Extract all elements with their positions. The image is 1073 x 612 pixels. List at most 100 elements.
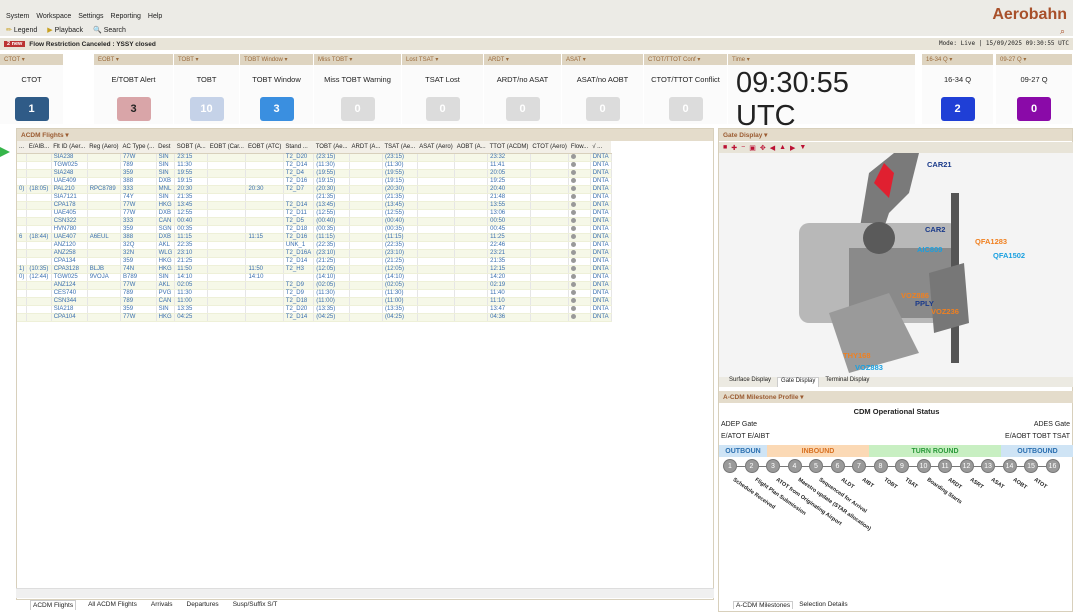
table-row[interactable]: CSN322 333 CAN 00:40 T2_D5 (00:40) (00:40) 00:5…	[17, 217, 612, 226]
kpi-ctot[interactable]: CTOT ▾ CTOT 1	[0, 54, 64, 124]
menu-reporting[interactable]: Reporting	[111, 13, 141, 20]
table-row[interactable]: CPA134 359 HKG 21:25 T2_D14 (21:25) (21:25) 21:…	[17, 257, 612, 266]
tab-acdm-milestones[interactable]: A-CDM Milestones	[733, 601, 794, 609]
table-row[interactable]: ANZ124 77W AKL 02:05 T2_D9 (02:05) (02:05) 02:1…	[17, 281, 612, 290]
horizontal-scrollbar[interactable]	[16, 588, 714, 598]
fit-icon[interactable]: ▣	[749, 144, 756, 152]
milestone-circle[interactable]: 5	[809, 459, 823, 473]
milestone-circle[interactable]: 1	[723, 459, 737, 473]
column-header[interactable]: AC Type (...	[120, 141, 157, 154]
add-icon[interactable]: ✚	[731, 144, 737, 152]
kpi-header[interactable]: Miss TOBT ▾	[314, 54, 401, 65]
table-row[interactable]: CPA178 77W HKG 13:45 T2_D14 (13:45) (13:45) 13:…	[17, 201, 612, 210]
table-row[interactable]: SIA248 359 SIN 19:55 T2_D4 (19:55) (19:55) 20:0…	[17, 169, 612, 178]
column-header[interactable]: √ ...	[590, 141, 612, 154]
column-header[interactable]: EOBT (ATC)	[245, 141, 284, 154]
column-header[interactable]: ...	[17, 141, 27, 154]
kpi-header[interactable]: EOBT ▾	[94, 54, 173, 65]
kpi-tsat-lost[interactable]: Lost TSAT ▾ TSAT Lost 0	[402, 54, 484, 124]
kpi-ctot-ttot-conflict[interactable]: CTOT/TTOT Conf ▾ CTOT/TTOT Conflict 0	[644, 54, 728, 124]
milestone-circle[interactable]: 2	[744, 459, 759, 473]
milestone-circle[interactable]: 15	[1024, 459, 1038, 473]
aircraft-tag[interactable]: VOZ883	[855, 363, 883, 372]
tab-gate-display[interactable]: Gate Display	[777, 377, 820, 387]
column-header[interactable]: Stand ...	[283, 141, 314, 154]
table-row[interactable]: 0) (18:05) PAL210 RPC8789 333 MNL 20:30 20:30 T2…	[17, 185, 612, 194]
table-row[interactable]: UAE405 77W DXB 12:55 T2_D11 (12:55) (12:55) 13:…	[17, 209, 612, 218]
right-arrow-icon[interactable]: ▶	[790, 144, 795, 152]
milestone-circle[interactable]: 8	[873, 459, 888, 473]
tab-terminal-display[interactable]: Terminal Display	[825, 377, 869, 387]
tab-acdm-flights[interactable]: ACDM Flights	[30, 600, 77, 610]
milestone-profile-title[interactable]: A-CDM Milestone Profile ▾	[719, 391, 1073, 403]
tab-arrivals[interactable]: Arrivals	[149, 600, 175, 610]
kpi-value[interactable]: 0	[425, 97, 460, 121]
stop-icon[interactable]: ■	[723, 144, 727, 151]
column-header[interactable]: E/AIB...	[26, 141, 52, 154]
table-row[interactable]: UAE409 388 DXB 19:15 T2_D16 (19:15) (19:15) 19:…	[17, 177, 612, 186]
zoom-out-icon[interactable]: −	[741, 144, 745, 151]
kpi-tobt[interactable]: TOBT ▾ TOBT 10	[174, 54, 240, 124]
milestone-circle[interactable]: 9	[895, 459, 909, 473]
column-header[interactable]: ASAT (Aero)	[417, 141, 455, 154]
kpi-asat[interactable]: ASAT ▾ ASAT/no AOBT 0	[562, 54, 644, 124]
column-header[interactable]: TOBT (Ae...	[313, 141, 350, 154]
menu-workspace[interactable]: Workspace	[36, 13, 71, 20]
pan-icon[interactable]: ✥	[760, 144, 766, 152]
aircraft-tag[interactable]: QFA1502	[993, 251, 1025, 260]
menu-help[interactable]: Help	[148, 13, 162, 20]
kpi-header[interactable]: 16-34 Q ▾	[922, 54, 993, 65]
kpi-header[interactable]: CTOT/TTOT Conf ▾	[644, 54, 727, 65]
milestone-circle[interactable]: 13	[981, 459, 995, 473]
global-search-icon[interactable]: ⌕	[1060, 26, 1065, 37]
column-header[interactable]: TTOT (ACDM)	[487, 141, 531, 154]
table-row[interactable]: SIA238 77W SIN 23:15 T2_D20 (23:15) (23:15) 23:…	[17, 153, 612, 162]
table-row[interactable]: ANZ120 32Q AKL 22:35 UNK_1 (22:35) (22:35) 22:4…	[17, 241, 612, 250]
kpi-value[interactable]: 0	[505, 97, 540, 121]
column-header[interactable]: ARDT (A...	[349, 141, 383, 154]
down-arrow-icon[interactable]: ▼	[799, 144, 806, 151]
kpi-value[interactable]: 0	[1017, 97, 1051, 121]
kpi-09-27-q[interactable]: 09-27 Q ▾ 09-27 Q 0	[996, 54, 1073, 124]
kpi-value[interactable]: 2	[940, 97, 975, 121]
table-row[interactable]: ANZ258 32N WLG 23:10 T2_D16A (23:10) (23:10) 23…	[17, 249, 612, 258]
kpi-value[interactable]: 10	[189, 97, 224, 121]
search-button[interactable]: 🔍 Search	[93, 26, 126, 35]
milestone-circle[interactable]: 16	[1045, 459, 1060, 473]
kpi-header[interactable]: 09-27 Q ▾	[996, 54, 1072, 65]
milestone-circle[interactable]: 7	[852, 459, 866, 473]
kpi-header[interactable]: TOBT ▾	[174, 54, 239, 65]
kpi-ardt[interactable]: ARDT ▾ ARDT/no ASAT 0	[484, 54, 562, 124]
aircraft-tag[interactable]: CAR2	[925, 225, 945, 234]
tab-departures[interactable]: Departures	[185, 600, 221, 610]
aircraft-tag[interactable]: CAR21	[927, 160, 952, 169]
kpi-etobt-alert[interactable]: EOBT ▾ E/TOBT Alert 3	[94, 54, 174, 124]
table-row[interactable]: HVN780 359 SGN 00:35 T2_D18 (00:35) (00:35) 00:…	[17, 225, 612, 234]
kpi-value[interactable]: 3	[116, 97, 151, 121]
kpi-header[interactable]: CTOT ▾	[0, 54, 63, 65]
column-header[interactable]: CTOT (Aero)	[530, 141, 569, 154]
milestone-circle[interactable]: 6	[830, 459, 845, 473]
kpi-value[interactable]: 0	[668, 97, 703, 121]
menu-system[interactable]: System	[6, 13, 29, 20]
table-row[interactable]: TGW025 789 SIN 11:30 T2_D14 (11:30) (11:30) 11:…	[17, 161, 612, 170]
new-badge[interactable]: 2 new	[4, 41, 26, 47]
table-row[interactable]: CSN344 789 CAN 11:00 T2_D18 (11:00) (11:00) 11:…	[17, 297, 612, 306]
kpi-header[interactable]: Lost TSAT ▾	[402, 54, 483, 65]
column-header[interactable]: AOBT (A...	[454, 141, 488, 154]
column-header[interactable]: Flow...	[568, 141, 591, 154]
kpi-16-34-q[interactable]: 16-34 Q ▾ 16-34 Q 2	[922, 54, 994, 124]
menu-settings[interactable]: Settings	[78, 13, 103, 20]
table-row[interactable]: SIA7121 74Y SIN 21:35 (21:35) (21:35) 21:48 DNT…	[17, 193, 612, 202]
milestone-circle[interactable]: 10	[916, 459, 931, 473]
aircraft-tag[interactable]: THY168	[843, 351, 871, 360]
kpi-header[interactable]: Time ▾	[728, 54, 915, 65]
table-row[interactable]: SIA218 359 SIN 13:35 T2_D20 (13:35) (13:35) 13:…	[17, 305, 612, 314]
kpi-header[interactable]: ASAT ▾	[562, 54, 643, 65]
kpi-miss-tobt[interactable]: Miss TOBT ▾ Miss TOBT Warning 0	[314, 54, 402, 124]
milestone-circle[interactable]: 11	[938, 459, 952, 473]
table-row[interactable]: CES740 789 PVG 11:30 T2_D9 (11:30) (11:30) 11:4…	[17, 289, 612, 298]
column-header[interactable]: TSAT (Ae...	[382, 141, 418, 154]
table-row[interactable]: 0) (12:44) TGW025 9VOJA B789 SIN 14:10 14:10 (14…	[17, 273, 612, 282]
tab-surface-display[interactable]: Surface Display	[729, 377, 771, 387]
